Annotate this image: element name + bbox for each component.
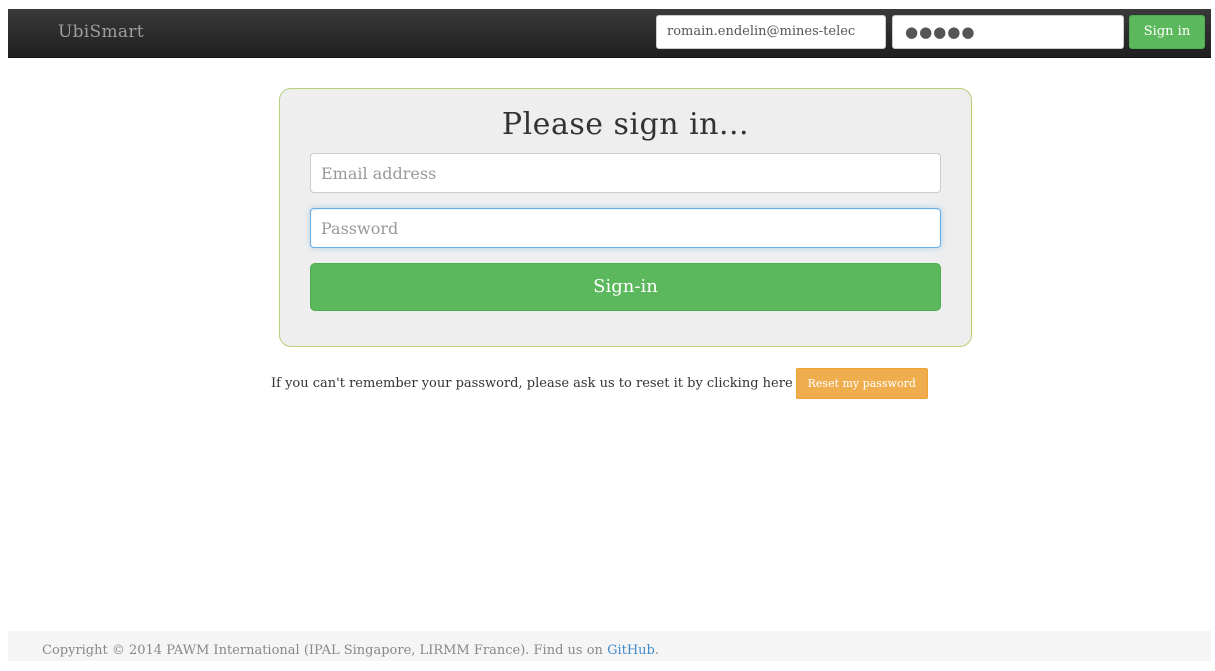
reset-help-text: If you can't remember your password, ple… bbox=[271, 376, 793, 391]
signin-panel: Please sign in... Sign-in bbox=[279, 88, 972, 347]
github-link[interactable]: GitHub bbox=[607, 643, 655, 658]
footer-period: . bbox=[654, 643, 660, 658]
reset-password-row: If you can't remember your password, ple… bbox=[271, 368, 928, 399]
password-field[interactable] bbox=[310, 208, 941, 248]
navbar-password-input[interactable]: ●●●●● bbox=[892, 15, 1124, 49]
footer: Copyright © 2014 PAWM International (IPA… bbox=[8, 631, 1211, 661]
navbar-signin-button[interactable]: Sign in bbox=[1129, 15, 1205, 49]
navbar-email-input[interactable]: romain.endelin@mines-telec bbox=[656, 15, 886, 49]
brand-logo[interactable]: UbiSmart bbox=[58, 22, 144, 42]
reset-password-button[interactable]: Reset my password bbox=[795, 368, 928, 399]
copyright-text: Copyright © 2014 PAWM International (IPA… bbox=[42, 643, 608, 658]
signin-submit-button[interactable]: Sign-in bbox=[310, 263, 941, 311]
email-field[interactable] bbox=[310, 153, 941, 193]
signin-heading: Please sign in... bbox=[501, 107, 750, 142]
top-navbar: UbiSmart romain.endelin@mines-telec ●●●●… bbox=[8, 9, 1211, 58]
